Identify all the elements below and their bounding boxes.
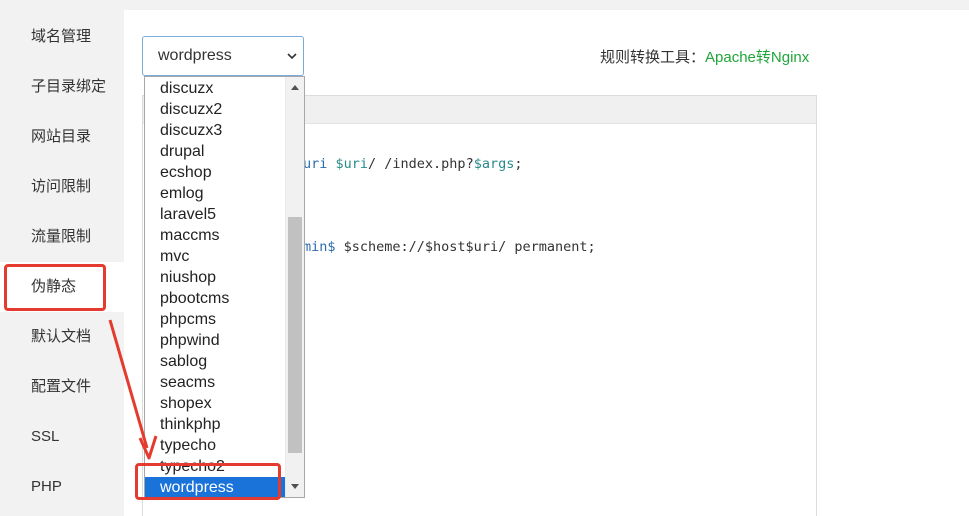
sidebar-item-ssl[interactable]: SSL xyxy=(0,412,124,462)
option-thinkphp[interactable]: thinkphp xyxy=(145,414,285,435)
chevron-down-icon xyxy=(287,53,297,60)
option-typecho2[interactable]: typecho2 xyxy=(145,456,285,477)
sidebar-item-traffic-limit[interactable]: 流量限制 xyxy=(0,212,124,262)
option-niushop[interactable]: niushop xyxy=(145,267,285,288)
scroll-down-arrow-icon[interactable] xyxy=(289,479,301,493)
option-drupal[interactable]: drupal xyxy=(145,141,285,162)
option-phpwind[interactable]: phpwind xyxy=(145,330,285,351)
sidebar-item-site-dir[interactable]: 网站目录 xyxy=(0,112,124,162)
sidebar-item-rewrite[interactable]: 伪静态 xyxy=(0,262,124,312)
option-wordpress[interactable]: wordpress xyxy=(145,477,285,497)
sidebar-item-domain[interactable]: 域名管理 xyxy=(0,12,124,62)
option-mvc[interactable]: mvc xyxy=(145,246,285,267)
option-phpcms[interactable]: phpcms xyxy=(145,309,285,330)
option-discuzx[interactable]: discuzx xyxy=(145,78,285,99)
option-seacms[interactable]: seacms xyxy=(145,372,285,393)
top-bar xyxy=(0,0,969,10)
scrollbar-thumb[interactable] xyxy=(288,217,302,453)
sidebar-item-default-doc[interactable]: 默认文档 xyxy=(0,312,124,362)
option-discuzx3[interactable]: discuzx3 xyxy=(145,120,285,141)
rewrite-template-select[interactable]: wordpress xyxy=(142,36,304,76)
option-discuzx2[interactable]: discuzx2 xyxy=(145,99,285,120)
code-line-2: min$ $scheme://$host$uri/ permanent; xyxy=(303,239,596,255)
option-sablog[interactable]: sablog xyxy=(145,351,285,372)
option-maccms[interactable]: maccms xyxy=(145,225,285,246)
apache-to-nginx-link[interactable]: Apache转Nginx xyxy=(705,49,809,66)
rule-convert-label: 规则转换工具： xyxy=(600,49,706,66)
rule-convert-tool: 规则转换工具：Apache转Nginx xyxy=(600,46,809,67)
dropdown-scrollbar[interactable] xyxy=(285,77,304,497)
option-laravel5[interactable]: laravel5 xyxy=(145,204,285,225)
sidebar-item-access-limit[interactable]: 访问限制 xyxy=(0,162,124,212)
select-dropdown-list: discuzx discuzx2 discuzx3 drupal ecshop … xyxy=(144,76,305,498)
option-emlog[interactable]: emlog xyxy=(145,183,285,204)
select-value: wordpress xyxy=(158,47,232,64)
code-line-1: uri $uri/ /index.php?$args; xyxy=(303,156,523,172)
option-ecshop[interactable]: ecshop xyxy=(145,162,285,183)
sidebar-item-subdir[interactable]: 子目录绑定 xyxy=(0,62,124,112)
sidebar-item-php[interactable]: PHP xyxy=(0,462,124,512)
scroll-up-arrow-icon[interactable] xyxy=(289,81,301,95)
sidebar: 域名管理 子目录绑定 网站目录 访问限制 流量限制 伪静态 默认文档 配置文件 … xyxy=(0,10,124,516)
sidebar-item-config-file[interactable]: 配置文件 xyxy=(0,362,124,412)
option-typecho[interactable]: typecho xyxy=(145,435,285,456)
option-shopex[interactable]: shopex xyxy=(145,393,285,414)
option-pbootcms[interactable]: pbootcms xyxy=(145,288,285,309)
